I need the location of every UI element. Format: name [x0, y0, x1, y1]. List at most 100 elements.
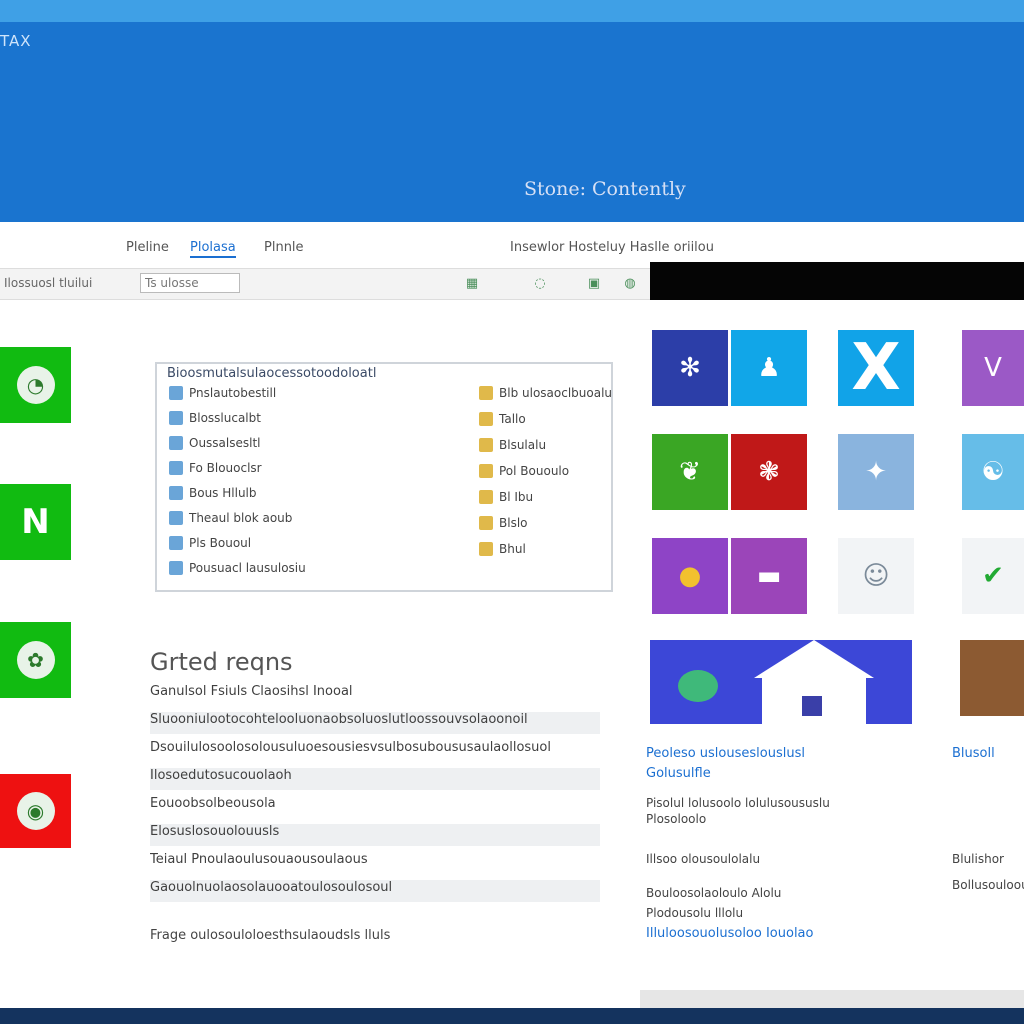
feature-link-4[interactable]: Blusoll	[952, 746, 995, 761]
item-icon	[479, 490, 493, 504]
status-strip	[640, 990, 1024, 1008]
grid-icon[interactable]: ▦	[464, 276, 480, 292]
section-footer[interactable]: Frage oulosouloloesthsulaoudsls lluls	[150, 928, 390, 943]
panel-title: Bioosmutalsulaocessotoodoloatl	[167, 366, 377, 381]
panel-right-item[interactable]: Bhul	[479, 542, 526, 556]
feature-text-1: Pisolul lolusoolo lolulusoususlu	[646, 796, 830, 810]
v-logo-icon: V	[984, 353, 1002, 383]
orb-icon: ☯	[981, 457, 1005, 487]
panel-right-item-label: Blslo	[499, 516, 528, 530]
panel-right-item[interactable]: Tallo	[479, 412, 526, 426]
panel-right-item-label: Bhul	[499, 542, 526, 556]
app-tile[interactable]: ☯	[962, 434, 1024, 510]
panel-right-item-label: Blb ulosaoclbuoalu	[499, 386, 613, 400]
panel-left-item-label: Theaul blok aoub	[189, 511, 293, 525]
header-banner: TAX Stone: Contently	[0, 22, 1024, 222]
banner-caption: Stone: Contently	[524, 178, 686, 200]
left-tile-badge[interactable]: ◉	[0, 774, 71, 848]
app-tile[interactable]: ❃	[731, 434, 807, 510]
bookmark-icon[interactable]: ▣	[586, 276, 602, 292]
window-top-strip	[0, 0, 1024, 22]
app-tile[interactable]: X	[838, 330, 914, 406]
item-icon	[479, 438, 493, 452]
panel-left-item[interactable]: Oussalsesltl	[169, 436, 261, 450]
section-line: Teiaul Pnoulaoulusouaousoulaous	[150, 852, 368, 867]
feature-link-2[interactable]: Golusulfle	[646, 766, 711, 781]
panel-right-item-label: Tallo	[499, 412, 526, 426]
n-logo-icon: N	[21, 502, 50, 542]
left-tile-n[interactable]: N	[0, 484, 71, 560]
feature-text-4: Bouloosolaoloulo Alolu	[646, 886, 782, 900]
coral-icon: ✻	[679, 353, 701, 383]
left-tile-flower[interactable]: ✿	[0, 622, 71, 698]
panel-left-item-label: Pnslautobestill	[189, 386, 277, 400]
x-logo-icon: X	[851, 331, 901, 405]
panel-left-item[interactable]: Pls Bououl	[169, 536, 251, 550]
dish-icon: ▬	[756, 561, 782, 591]
feature-link-1[interactable]: Peoleso uslouseslouslusl	[646, 746, 805, 761]
panel-left-item-label: Pousuacl lausulosiu	[189, 561, 306, 575]
nav-tab-3[interactable]: Plnnle	[264, 240, 304, 255]
app-tile[interactable]: ▬	[731, 538, 807, 614]
panel-right-item[interactable]: Blb ulosaoclbuoalu	[479, 386, 612, 400]
figure-icon: ♟	[757, 353, 781, 383]
item-icon	[169, 561, 183, 575]
app-tile[interactable]: ♟	[731, 330, 807, 406]
dark-header-strip	[650, 262, 1024, 300]
app-tile[interactable]: ✦	[838, 434, 914, 510]
app-tile[interactable]: ☺	[838, 538, 914, 614]
section-line: Dsouilulosoolosolousuluoesousiesvsulbosu…	[150, 740, 551, 755]
app-tile[interactable]: ●	[652, 538, 728, 614]
snowflake-icon: ❃	[758, 457, 780, 487]
app-tile[interactable]: V	[962, 330, 1024, 406]
nav-tab-2[interactable]: Plolasa	[190, 240, 236, 258]
globe-blob-icon	[678, 670, 718, 702]
panel-left-item[interactable]: Fo Blouoclsr	[169, 461, 262, 475]
plant-icon: ❦	[679, 457, 701, 487]
item-icon	[169, 461, 183, 475]
panel-right-item[interactable]: Blsulalu	[479, 438, 546, 452]
badge-icon: ◉	[16, 792, 55, 830]
section-line: Gaouolnuolaosolauooatoulosoulosoul	[150, 880, 600, 902]
featured-image-2[interactable]	[960, 640, 1024, 716]
app-tile[interactable]: ✻	[652, 330, 728, 406]
panel-right-item-label: Pol Bououlo	[499, 464, 570, 478]
panel-left-item[interactable]: Bous Hllulb	[169, 486, 257, 500]
panel-left-item-label: Blosslucalbt	[189, 411, 261, 425]
face-icon: ☺	[862, 561, 890, 591]
feature-link-3[interactable]: Illuloosouolusoloo Iouolao	[646, 926, 813, 941]
panel-right-item-label: Bl Ibu	[499, 490, 534, 504]
nav-tab-1[interactable]: Pleline	[126, 240, 169, 255]
feature-text-7: Bollusouloou	[952, 878, 1024, 892]
info-icon[interactable]: ◌	[532, 276, 548, 292]
panel-right-item[interactable]: Pol Bououlo	[479, 464, 569, 478]
toolbar-input[interactable]	[140, 273, 240, 293]
section-line: Ganulsol Fsiuls Claosihsl Inooal	[150, 684, 353, 699]
panel-right-item[interactable]: Blslo	[479, 516, 528, 530]
panel-left-item[interactable]: Pousuacl lausulosiu	[169, 561, 306, 575]
panel-left-item[interactable]: Theaul blok aoub	[169, 511, 292, 525]
app-tile[interactable]: ✔	[962, 538, 1024, 614]
panel-left-item[interactable]: Pnslautobestill	[169, 386, 276, 400]
app-tile[interactable]: ❦	[652, 434, 728, 510]
section-line: Eouoobsolbeousola	[150, 796, 276, 811]
leaf-icon: ◔	[16, 366, 55, 404]
section-line: Ilosoedutosucouolaoh	[150, 768, 600, 790]
main-content: Pleline Plolasa Plnnle Insewlor Hosteluy…	[0, 222, 1024, 1008]
panel-left-item-label: Pls Bououl	[189, 536, 252, 550]
item-icon	[169, 511, 183, 525]
left-tile-leaf[interactable]: ◔	[0, 347, 71, 423]
panel-right-item[interactable]: Bl Ibu	[479, 490, 533, 504]
item-icon	[479, 516, 493, 530]
section-title: Grted reqns	[150, 648, 293, 676]
section-line: Sluooniulootocohtelooluonaobsoluoslutloo…	[150, 712, 600, 734]
featured-image[interactable]	[650, 640, 912, 724]
app-title: TAX	[0, 32, 32, 50]
info-panel: Bioosmutalsulaocessotoodoloatl Pnslautob…	[155, 362, 613, 592]
toolbar: Ilossuosl tluilui ▦ ◌ ▣ ◍	[0, 268, 650, 300]
globe-icon[interactable]: ◍	[622, 276, 638, 292]
runner-icon: ✦	[865, 457, 887, 487]
item-icon	[479, 412, 493, 426]
panel-left-item[interactable]: Blosslucalbt	[169, 411, 261, 425]
nav-tab-4[interactable]: Insewlor Hosteluy Haslle oriilou	[510, 240, 714, 255]
